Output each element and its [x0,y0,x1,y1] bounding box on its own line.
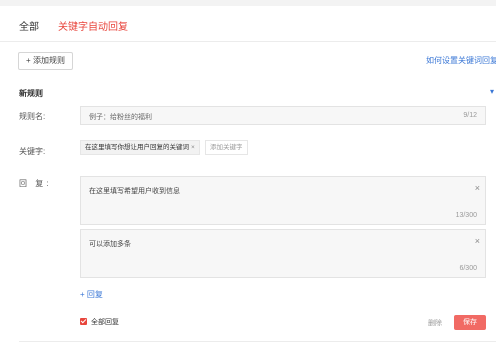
tab-keyword-auto-reply[interactable]: 关键字自动回复 [58,22,128,34]
add-reply-button[interactable]: + 回复 [80,289,103,300]
close-icon[interactable]: × [475,236,480,246]
reply-counter: 6/300 [459,265,477,272]
help-link[interactable]: 如何设置关键词回复 [426,55,496,66]
reply-textarea[interactable]: 在这里填写希望用户收到信息 × 13/300 [80,176,486,225]
divider [19,341,496,342]
keyword-remove-icon[interactable]: × [191,144,195,151]
add-keyword-button[interactable]: 添加关键字 [205,140,248,155]
rule-name-counter: 9/12 [463,112,477,119]
reply-text: 在这里填写希望用户收到信息 [89,188,180,195]
collapse-icon[interactable]: ▾ [490,87,494,96]
rule-name-value: 例子：给粉丝的福利 [89,114,152,121]
delete-button[interactable]: 删除 [428,318,442,328]
rule-name-label: 规则名: [19,112,46,121]
keyword-label: 关键字: [19,147,46,156]
add-rule-button[interactable]: + 添加规则 [18,52,73,70]
reply-text: 可以添加多条 [89,241,131,248]
tab-bar: 全部 关键字自动回复 [0,6,496,42]
close-icon[interactable]: × [475,183,480,193]
keyword-tag-text: 在这里填写你想让用户回复的关键词 [85,144,189,151]
save-button[interactable]: 保存 [454,315,486,330]
rule-section-title: 新规则 [19,89,43,98]
reply-all-label: 全部回复 [91,319,119,326]
tab-all[interactable]: 全部 [19,22,39,34]
reply-counter: 13/300 [455,212,477,219]
rule-name-input[interactable]: 例子：给粉丝的福利 9/12 [80,106,486,125]
reply-textarea[interactable]: 可以添加多条 × 6/300 [80,229,486,278]
reply-label: 回 复: [19,179,52,188]
checkbox-checked-icon[interactable] [80,318,87,325]
keyword-tag: 在这里填写你想让用户回复的关键词 × [80,140,200,155]
reply-all-checkbox[interactable]: 全部回复 [80,317,119,327]
